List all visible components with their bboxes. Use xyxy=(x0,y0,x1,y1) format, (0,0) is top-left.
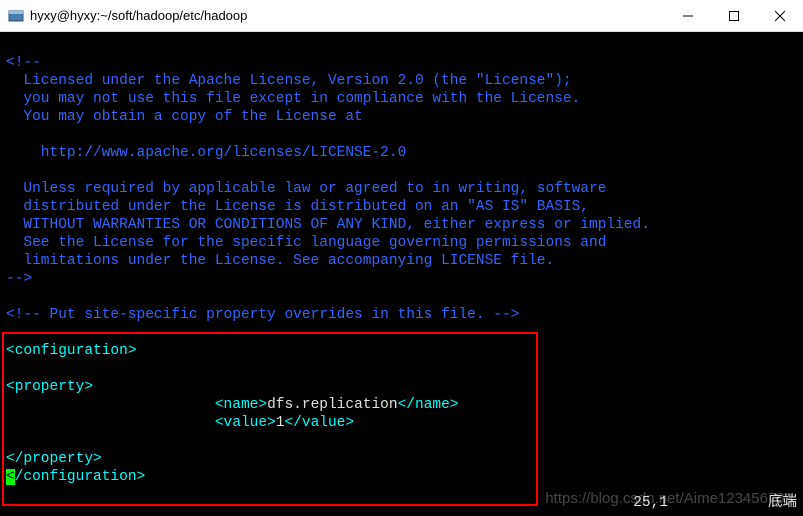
file-location: 底端 xyxy=(768,494,797,512)
cursor: < xyxy=(6,469,15,485)
license-line: you may not use this file except in comp… xyxy=(6,91,580,107)
property-open-tag: <property> xyxy=(6,379,93,395)
maximize-button[interactable] xyxy=(711,0,757,32)
value-close-tag: </value> xyxy=(284,415,354,431)
name-open-tag: <name> xyxy=(215,397,267,413)
configuration-open-tag: <configuration> xyxy=(6,343,137,359)
name-close-tag: </name> xyxy=(398,397,459,413)
indent xyxy=(6,397,215,413)
license-line: limitations under the License. See accom… xyxy=(6,253,554,269)
comment-open: <!-- xyxy=(6,55,41,71)
license-line: You may obtain a copy of the License at xyxy=(6,109,363,125)
close-button[interactable] xyxy=(757,0,803,32)
license-line: Unless required by applicable law or agr… xyxy=(6,181,606,197)
configuration-close-tag: /configuration> xyxy=(15,469,146,485)
window-controls xyxy=(665,0,803,31)
status-line: 25,1 底端 xyxy=(6,494,797,512)
property-close-tag: </property> xyxy=(6,451,102,467)
window-title: hyxy@hyxy:~/soft/hadoop/etc/hadoop xyxy=(30,8,665,23)
terminal-content[interactable]: <!-- Licensed under the Apache License, … xyxy=(0,32,803,516)
comment-close: --> xyxy=(6,271,32,287)
cursor-position: 25,1 xyxy=(633,494,668,512)
app-icon xyxy=(8,8,24,24)
license-line: Licensed under the Apache License, Versi… xyxy=(6,73,572,89)
value-open-tag: <value> xyxy=(215,415,276,431)
name-value: dfs.replication xyxy=(267,397,398,413)
license-line: See the License for the specific languag… xyxy=(6,235,606,251)
license-line: WITHOUT WARRANTIES OR CONDITIONS OF ANY … xyxy=(6,217,650,233)
minimize-button[interactable] xyxy=(665,0,711,32)
indent xyxy=(6,415,215,431)
window-titlebar: hyxy@hyxy:~/soft/hadoop/etc/hadoop xyxy=(0,0,803,32)
site-comment: <!-- Put site-specific property override… xyxy=(6,307,519,323)
license-line: distributed under the License is distrib… xyxy=(6,199,589,215)
license-line: http://www.apache.org/licenses/LICENSE-2… xyxy=(6,145,406,161)
